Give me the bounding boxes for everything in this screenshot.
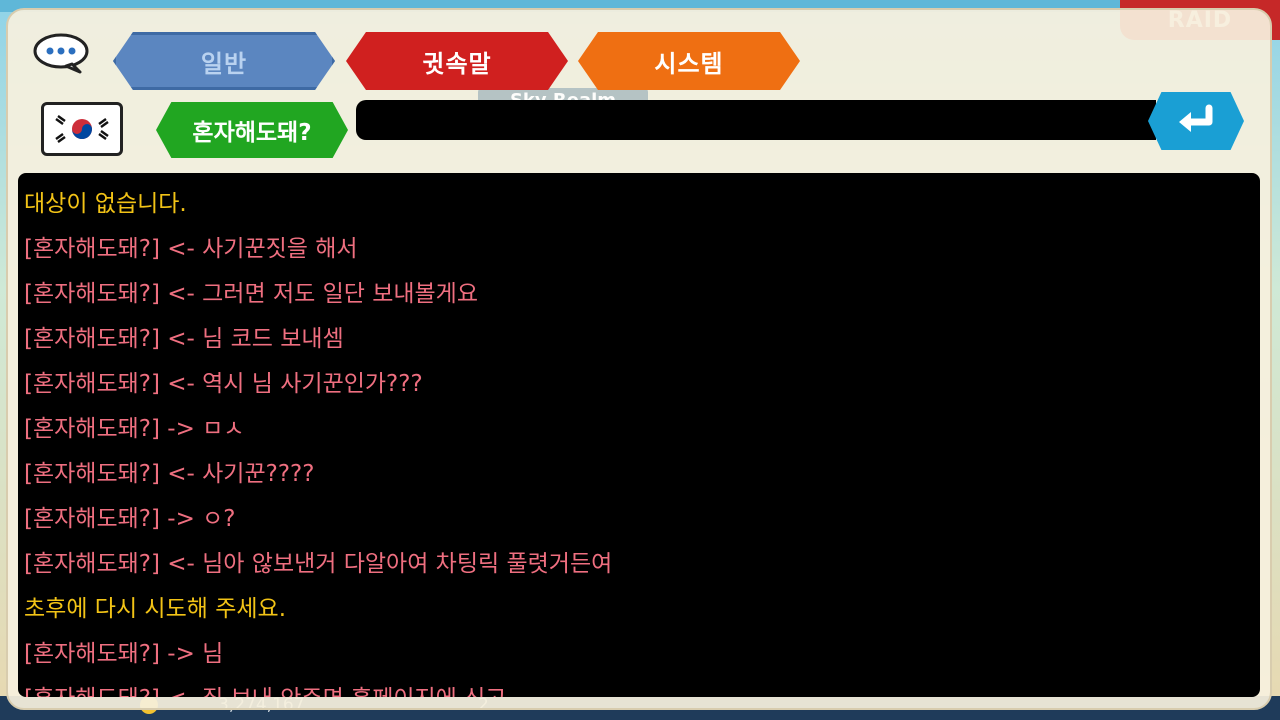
whisper-target-button[interactable]: 혼자해도돼? [156,102,348,158]
enter-arrow-icon [1179,104,1213,132]
whisper-message: [혼자해도돼?] <- 그러면 저도 일단 보내볼게요 [24,281,478,307]
chat-bubble-icon[interactable] [32,32,90,74]
chat-input[interactable] [356,100,1156,140]
whisper-message: [혼자해도돼?] <- 사기꾼짓을 해서 [24,236,358,262]
tab-general[interactable]: 일반 [113,32,335,90]
send-button[interactable] [1148,92,1244,150]
flag-graphic [55,115,109,143]
whisper-message: [혼자해도돼?] <- 사기꾼???? [24,461,315,487]
tab-whisper[interactable]: 귓속말 [346,32,568,90]
system-message: 초후에 다시 시도해 주세요. [24,596,287,622]
whisper-message: [혼자해도돼?] <- 역시 님 사기꾼인가??? [24,371,423,397]
whisper-message: [혼자해도돼?] -> ㅁㅅ [24,416,245,442]
whisper-message: [혼자해도돼?] -> 님 [24,641,224,667]
tab-system[interactable]: 시스템 [578,32,800,90]
whisper-message: [혼자해도돼?] <- 님 코드 보내셈 [24,326,344,352]
system-message: 대상이 없습니다. [24,191,187,217]
whisper-message: [혼자해도돼?] <- 집 보내 안주면 홈페이지에 신고 [24,681,1260,697]
whisper-message: [혼자해도돼?] <- 님아 않보낸거 다알아여 차팅릭 풀렷거든여 [24,551,613,577]
chat-log[interactable]: 대상이 없습니다. [혼자해도돼?] <- 사기꾼짓을 해서 [혼자해도돼?] <-… [18,173,1260,697]
korea-flag-icon[interactable] [41,102,123,156]
whisper-message: [혼자해도돼?] -> ㅇ? [24,506,236,532]
